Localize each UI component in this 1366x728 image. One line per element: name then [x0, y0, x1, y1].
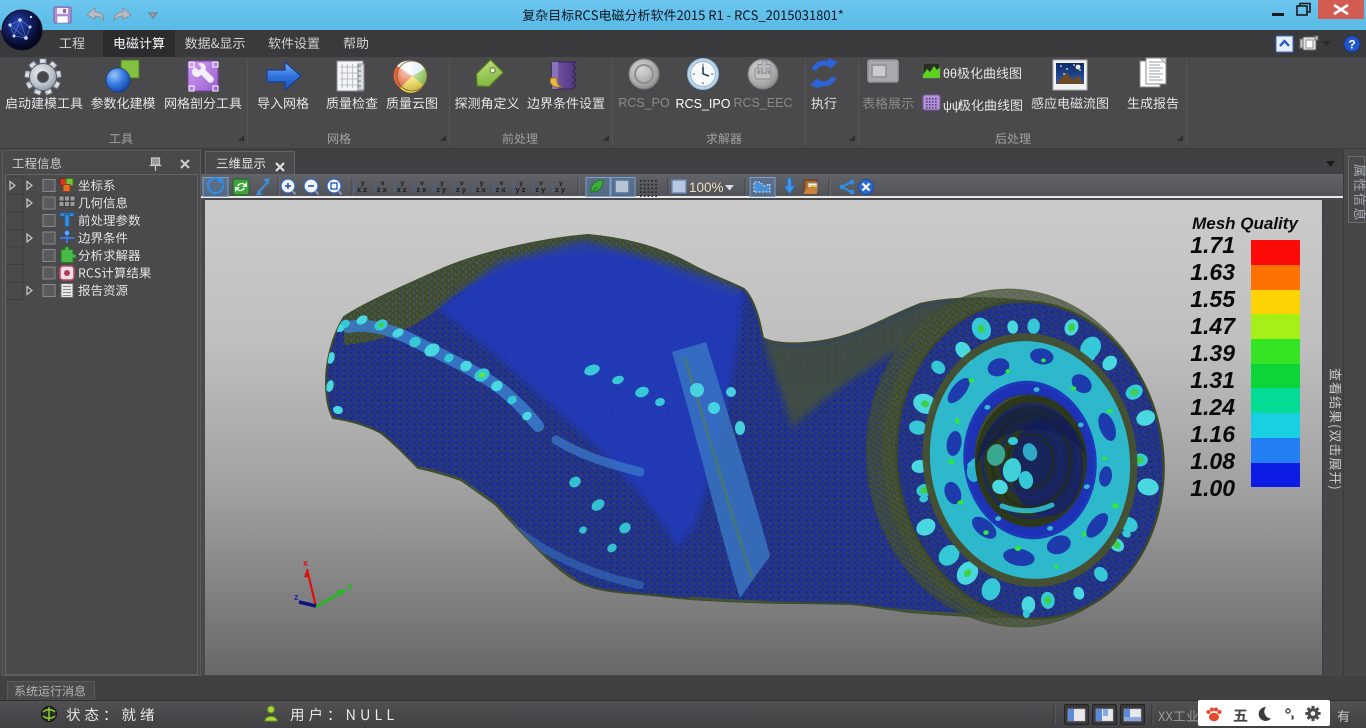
svg-text:RCS_PO: RCS_PO	[618, 96, 670, 110]
svg-text:RCS_IPO: RCS_IPO	[676, 97, 731, 111]
svg-text:y: y	[361, 180, 365, 187]
svg-text:y: y	[559, 180, 563, 187]
svg-text:y: y	[440, 180, 444, 187]
svg-text:θθ: θθ	[943, 67, 957, 81]
svg-text:v: v	[539, 180, 543, 187]
svg-text:y: y	[519, 180, 523, 187]
svg-text:ψψ: ψψ	[943, 99, 961, 113]
svg-text:y: y	[480, 180, 484, 187]
svg-text:RCS_EEC: RCS_EEC	[733, 96, 792, 110]
svg-text:100%: 100%	[689, 180, 724, 195]
svg-text:v: v	[500, 180, 504, 187]
svg-text:v: v	[460, 180, 464, 187]
svg-text:v: v	[381, 180, 385, 187]
svg-text:?: ?	[1348, 38, 1355, 52]
svg-text:y: y	[401, 180, 405, 187]
svg-text:v: v	[420, 180, 424, 187]
